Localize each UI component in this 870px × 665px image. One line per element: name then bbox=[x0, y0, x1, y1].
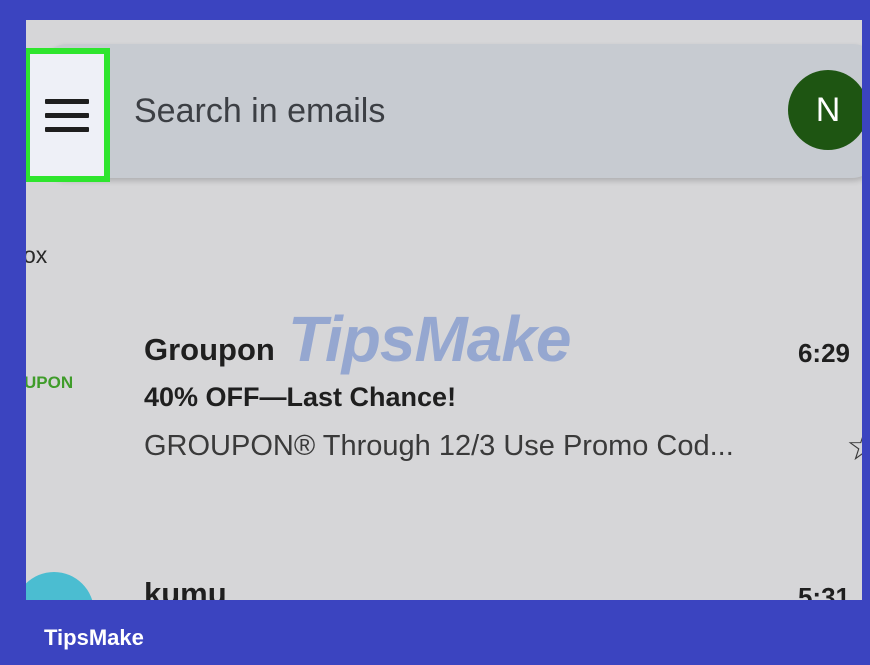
search-input[interactable]: Search in emails bbox=[134, 92, 385, 131]
email-subject[interactable]: 40% OFF—Last Chance! bbox=[144, 382, 456, 413]
sender-avatar bbox=[26, 572, 94, 600]
hamburger-menu-icon bbox=[45, 98, 89, 132]
folder-label: ox bbox=[26, 242, 48, 268]
email-time: 5:31 bbox=[797, 582, 850, 600]
email-sender[interactable]: kumu bbox=[144, 576, 227, 600]
email-time: 6:29 bbox=[797, 338, 850, 368]
email-preview[interactable]: GROUPON® Through 12/3 Use Promo Cod... bbox=[144, 430, 734, 463]
star-outline-icon[interactable]: ☆ bbox=[846, 424, 862, 470]
sender-logo: UPON bbox=[26, 373, 74, 392]
footer-brand: TipsMake bbox=[44, 625, 144, 650]
email-sender[interactable]: Groupon bbox=[144, 332, 275, 368]
watermark: TipsMake bbox=[288, 303, 571, 375]
menu-button[interactable] bbox=[26, 48, 110, 182]
account-avatar[interactable]: N bbox=[788, 70, 862, 150]
gmail-screen: Search in emails N ox UPON Groupon 6:29 … bbox=[26, 20, 862, 600]
